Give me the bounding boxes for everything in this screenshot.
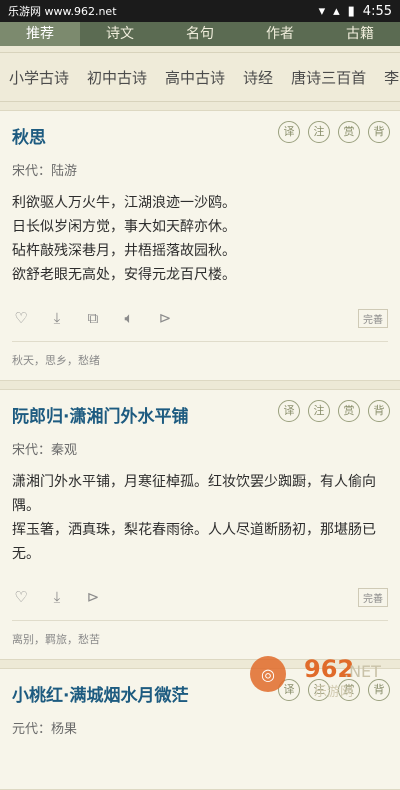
poem-line: 潇湘门外水平铺，月寒征棹孤。红妆饮罢少踟蹰，有人偷向隅。 — [12, 474, 376, 514]
play-icon[interactable]: ⊳ — [156, 309, 174, 327]
translate-button[interactable]: 译 — [278, 121, 300, 143]
poem-body: 利欲驱人万火牛，江湖浪迹一沙鸥。 日长似岁闲方觉，事大如天醉亦休。 砧杵敲残深巷… — [12, 191, 388, 287]
site-watermark-logo: ◎ 962 .NET 乐游网 — [250, 655, 381, 700]
status-time: 4:55 — [362, 3, 392, 19]
category-libai[interactable]: 李白 — [375, 67, 400, 88]
notes-button[interactable]: 注 — [308, 121, 330, 143]
category-junior[interactable]: 初中古诗 — [78, 67, 156, 88]
svg-text:.NET: .NET — [344, 662, 381, 681]
poem-tags: 秋天，思乡，愁绪 — [12, 354, 100, 367]
tab-recommend[interactable]: 推荐 — [0, 22, 80, 46]
appreciate-button[interactable]: 赏 — [338, 121, 360, 143]
copy-icon[interactable]: ⧉ — [84, 309, 102, 327]
appreciate-button[interactable]: 赏 — [338, 400, 360, 422]
tab-poems[interactable]: 诗文 — [80, 22, 160, 46]
poem-card: 阮郎归·潇湘门外水平铺 译 注 赏 背 宋代：秦观 潇湘门外水平铺，月寒征棹孤。… — [0, 389, 400, 660]
recite-button[interactable]: 背 — [368, 121, 390, 143]
poem-actions: ♡ ⤓ ⊳ 完善 — [12, 582, 388, 612]
poem-dynasty-author: 元代：杨果 — [12, 722, 78, 737]
wifi-icon: ▾ — [318, 3, 326, 19]
status-bar: 乐游网 www.962.net ▾ ▴ ▮ 4:55 — [0, 0, 400, 22]
heart-icon[interactable]: ♡ — [12, 309, 30, 327]
category-tang300[interactable]: 唐诗三百首 — [282, 67, 375, 88]
category-bar: 小学古诗 初中古诗 高中古诗 诗经 唐诗三百首 李白 — [0, 52, 400, 102]
improve-button[interactable]: 完善 — [358, 308, 388, 328]
poem-dynasty-author: 宋代：陆游 — [12, 164, 78, 179]
top-tabs: 推荐 诗文 名句 作者 古籍 — [0, 22, 400, 46]
battery-icon: ▮ — [347, 3, 355, 19]
svg-text:乐游网: 乐游网 — [314, 685, 353, 700]
poem-line: 日长似岁闲方觉，事大如天醉亦休。 — [12, 219, 236, 235]
poem-card: 秋思 译 注 赏 背 宋代：陆游 利欲驱人万火牛，江湖浪迹一沙鸥。 日长似岁闲方… — [0, 110, 400, 381]
status-left-text: 乐游网 www.962.net — [8, 5, 117, 18]
notes-button[interactable]: 注 — [308, 400, 330, 422]
download-icon[interactable]: ⤓ — [48, 309, 66, 327]
poem-line: 利欲驱人万火牛，江湖浪迹一沙鸥。 — [12, 195, 236, 211]
svg-text:◎: ◎ — [261, 665, 275, 684]
signal-icon: ▴ — [333, 3, 340, 19]
poem-line: 挥玉箸，洒真珠，梨花春雨徐。人人尽道断肠初，那堪肠已无。 — [12, 522, 376, 562]
tab-famous-lines[interactable]: 名句 — [160, 22, 240, 46]
heart-icon[interactable]: ♡ — [12, 588, 30, 606]
poem-actions: ♡ ⤓ ⧉ 🔈︎ ⊳ 完善 — [12, 303, 388, 333]
recite-button[interactable]: 背 — [368, 400, 390, 422]
tab-classics[interactable]: 古籍 — [320, 22, 400, 46]
poem-line: 砧杵敲残深巷月，井梧摇落故园秋。 — [12, 243, 236, 259]
download-icon[interactable]: ⤓ — [48, 588, 66, 606]
improve-button[interactable]: 完善 — [358, 587, 388, 607]
category-shijing[interactable]: 诗经 — [234, 67, 282, 88]
category-senior[interactable]: 高中古诗 — [156, 67, 234, 88]
category-primary[interactable]: 小学古诗 — [0, 67, 78, 88]
poem-line: 欲舒老眼无高处，安得元龙百尺楼。 — [12, 267, 236, 283]
speaker-icon[interactable]: 🔈︎ — [120, 309, 138, 327]
tab-authors[interactable]: 作者 — [240, 22, 320, 46]
poem-dynasty-author: 宋代：秦观 — [12, 443, 78, 458]
translate-button[interactable]: 译 — [278, 400, 300, 422]
play-icon[interactable]: ⊳ — [84, 588, 102, 606]
poem-body: 潇湘门外水平铺，月寒征棹孤。红妆饮罢少踟蹰，有人偷向隅。 挥玉箸，洒真珠，梨花春… — [12, 470, 388, 566]
